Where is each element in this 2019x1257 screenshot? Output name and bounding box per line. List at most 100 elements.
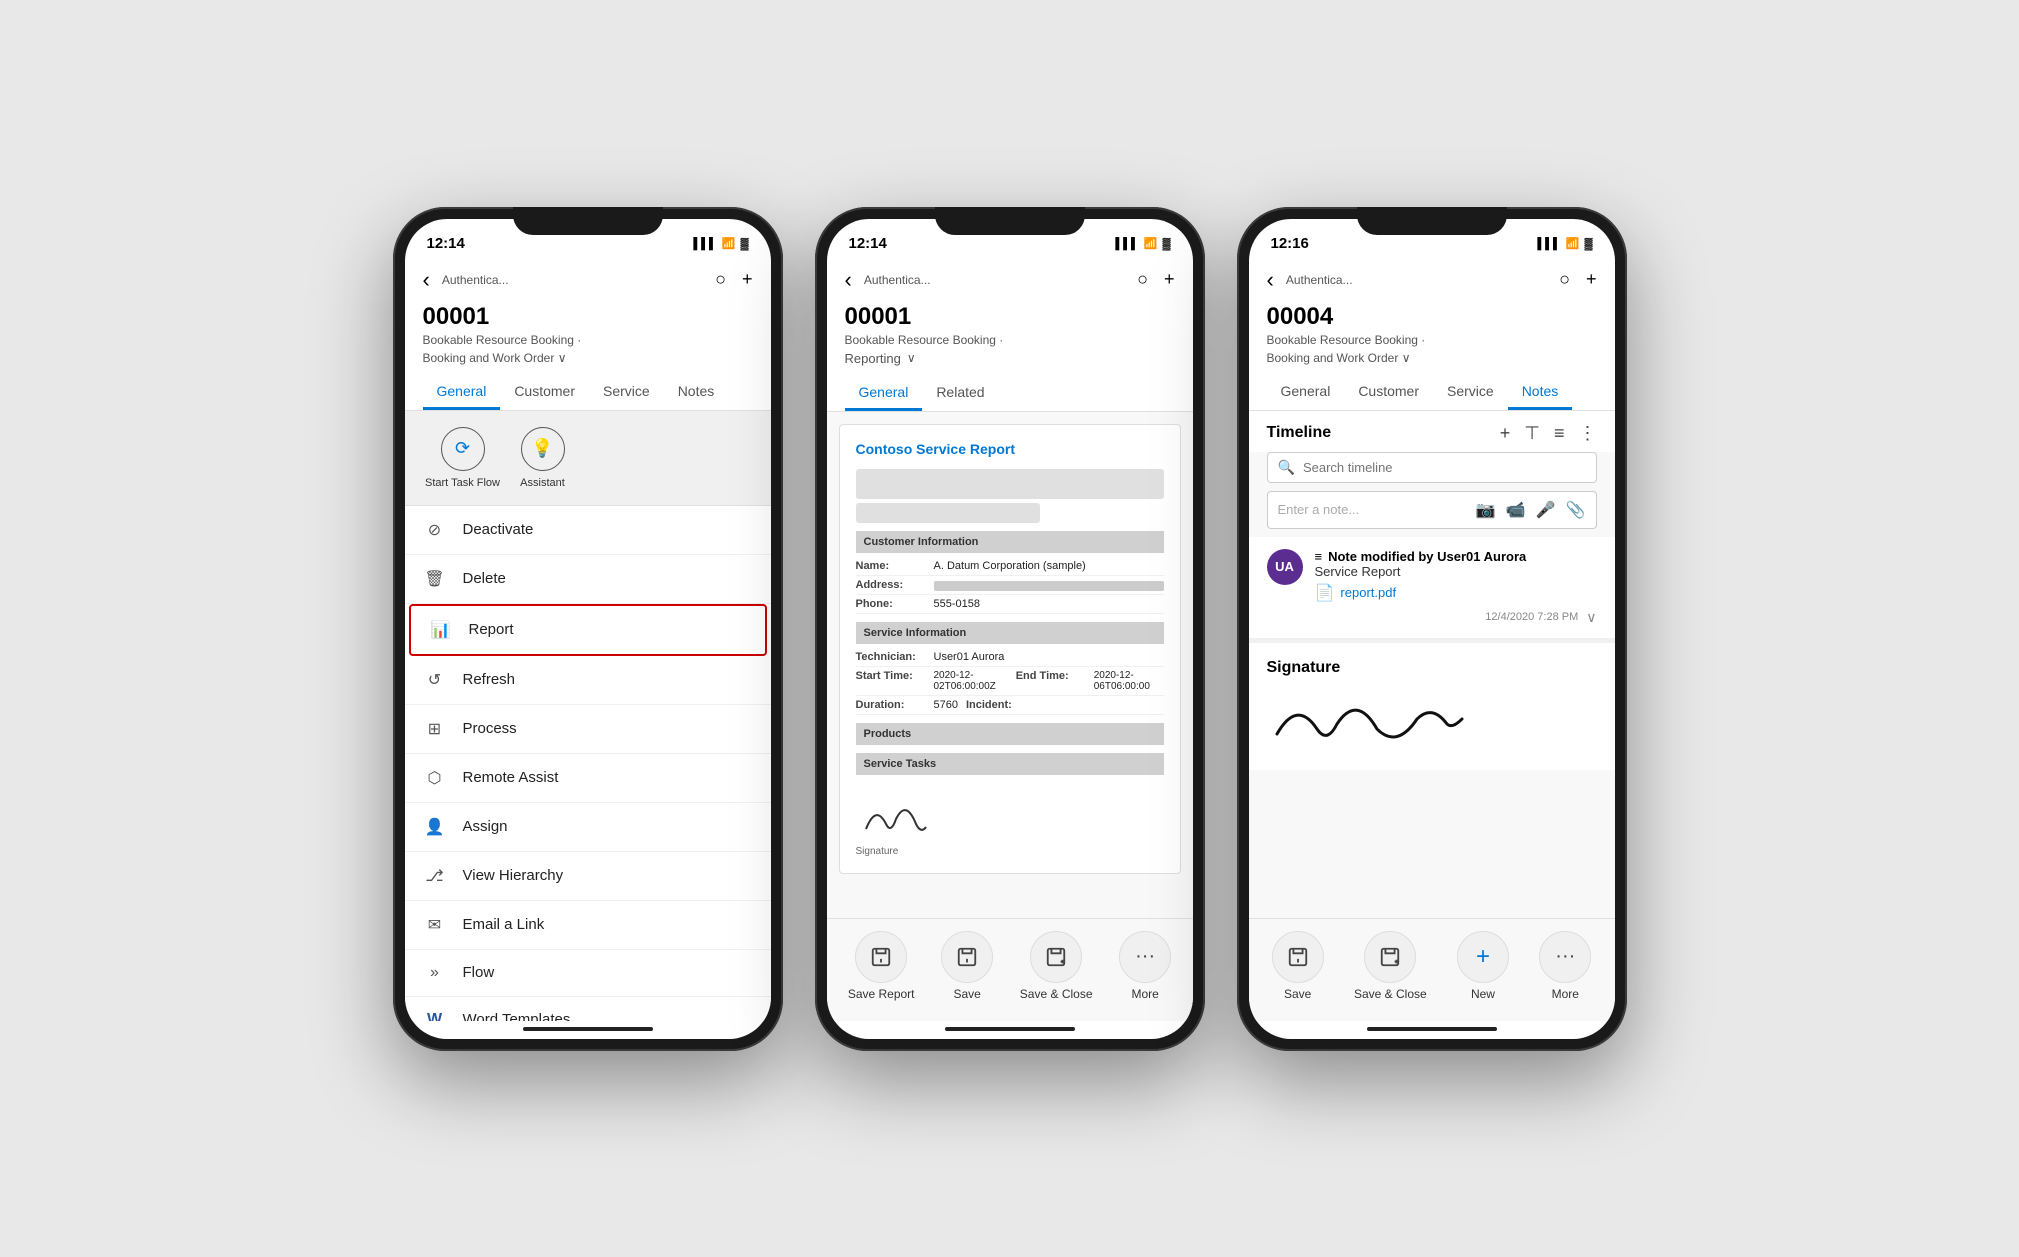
- timeline-header: Timeline + ⊤ ≡ ⋮: [1249, 411, 1615, 452]
- note-subtitle: Service Report: [1315, 564, 1597, 579]
- save-close-btn-3[interactable]: Save & Close: [1354, 931, 1427, 1001]
- search-magnifier-icon: 🔍: [1278, 459, 1295, 476]
- timeline-sort-icon[interactable]: ≡: [1554, 423, 1565, 444]
- action-bar-2: Save Report Save Save & Close: [827, 918, 1193, 1021]
- refresh-icon: ↺: [423, 670, 447, 690]
- note-input-area[interactable]: Enter a note... 📷 📹 🎤 📎: [1267, 491, 1597, 529]
- record-id-2: 00001: [845, 303, 1175, 331]
- search-icon-2[interactable]: ○: [1137, 269, 1148, 290]
- tab-customer-3[interactable]: Customer: [1344, 375, 1433, 410]
- tab-general-3[interactable]: General: [1267, 375, 1345, 410]
- notch-3: [1357, 207, 1507, 235]
- report-container: Contoso Service Report Customer Informat…: [839, 424, 1181, 874]
- note-attachment[interactable]: 📄 report.pdf: [1315, 583, 1597, 603]
- back-button-2[interactable]: ‹: [845, 267, 852, 293]
- battery-icon-3: ▓: [1584, 238, 1592, 250]
- tab-notes-1[interactable]: Notes: [664, 375, 729, 410]
- save-report-label: Save Report: [848, 987, 915, 1001]
- search-icon-1[interactable]: ○: [715, 269, 726, 290]
- note-input-icons: 📷 📹 🎤 📎: [1476, 500, 1586, 520]
- timeline-search-bar[interactable]: 🔍: [1267, 452, 1597, 483]
- cmd-email-link[interactable]: ✉ Email a Link: [405, 901, 771, 950]
- tabs-1: General Customer Service Notes: [405, 375, 771, 411]
- save-close-btn-2[interactable]: Save & Close: [1020, 931, 1093, 1001]
- view-hierarchy-label: View Hierarchy: [463, 867, 564, 884]
- nav-bar-2: ‹ Authentica... ○ +: [827, 263, 1193, 299]
- tab-customer-1[interactable]: Customer: [500, 375, 589, 410]
- tab-service-1[interactable]: Service: [589, 375, 664, 410]
- signature-section: Signature: [1249, 639, 1615, 770]
- phone-row: Phone: 555-0158: [856, 595, 1164, 614]
- attach-icon[interactable]: 📎: [1566, 500, 1586, 520]
- cmd-word-templates[interactable]: W Word Templates: [405, 997, 771, 1021]
- cmd-view-hierarchy[interactable]: ⎇ View Hierarchy: [405, 852, 771, 901]
- email-link-icon: ✉: [423, 915, 447, 935]
- new-btn-3[interactable]: + New: [1457, 931, 1509, 1001]
- address-label: Address:: [856, 579, 926, 591]
- timeline-add-icon[interactable]: +: [1500, 423, 1511, 444]
- cmd-deactivate[interactable]: ⊘ Deactivate: [405, 506, 771, 555]
- save-close-icon-3: [1364, 931, 1416, 983]
- save-close-label-3: Save & Close: [1354, 987, 1427, 1001]
- tab-notes-3[interactable]: Notes: [1508, 375, 1573, 410]
- tab-general-1[interactable]: General: [423, 375, 501, 410]
- add-icon-3[interactable]: +: [1586, 269, 1597, 290]
- timeline-filter-icon[interactable]: ⊤: [1524, 423, 1540, 444]
- reporting-chevron[interactable]: ∨: [907, 349, 916, 367]
- tab-general-2[interactable]: General: [845, 376, 923, 411]
- cmd-process[interactable]: ⊞ Process: [405, 705, 771, 754]
- tab-related-2[interactable]: Related: [922, 376, 998, 411]
- record-subtitle-2: Bookable Resource Booking · Reporting ∨: [845, 331, 1175, 369]
- remote-assist-label: Remote Assist: [463, 769, 559, 786]
- note-prefix-icon: ≡: [1315, 549, 1323, 564]
- note-expand-icon[interactable]: ∨: [1586, 609, 1596, 626]
- back-button-3[interactable]: ‹: [1267, 267, 1274, 293]
- nav-title-2: Authentica...: [864, 273, 1125, 287]
- note-title-text: Note modified by User01 Aurora: [1328, 549, 1526, 564]
- back-button-1[interactable]: ‹: [423, 267, 430, 293]
- search-icon-3[interactable]: ○: [1559, 269, 1570, 290]
- add-icon-2[interactable]: +: [1164, 269, 1175, 290]
- save-report-btn[interactable]: Save Report: [848, 931, 915, 1001]
- home-indicator-1: [523, 1027, 653, 1031]
- cmd-report[interactable]: 📊 Report: [409, 604, 767, 656]
- save-label-2: Save: [953, 987, 980, 1001]
- name-value: A. Datum Corporation (sample): [934, 560, 1086, 572]
- report-blurred-1: [856, 469, 1164, 499]
- service-section-header: Service Information: [856, 622, 1164, 644]
- record-line1-3: Bookable Resource Booking ·: [1267, 333, 1426, 347]
- nav-title-1: Authentica...: [442, 273, 703, 287]
- save-icon-3: [1272, 931, 1324, 983]
- tab-service-3[interactable]: Service: [1433, 375, 1508, 410]
- signature-area: Signature: [856, 791, 1164, 857]
- end-label: End Time:: [1016, 670, 1086, 692]
- quick-action-task-flow[interactable]: ⟳ Start Task Flow: [423, 427, 503, 489]
- phone-2: 12:14 ▌▌▌ 📶 ▓ ‹ Authentica... ○ + 00001 …: [815, 207, 1205, 1051]
- quick-action-assistant[interactable]: 💡 Assistant: [503, 427, 583, 489]
- more-btn-2[interactable]: ··· More: [1119, 931, 1171, 1001]
- cmd-delete[interactable]: 🗑 Delete: [405, 555, 771, 604]
- camera-icon[interactable]: 📷: [1476, 500, 1496, 520]
- video-icon[interactable]: 📹: [1506, 500, 1526, 520]
- cmd-assign[interactable]: 👤 Assign: [405, 803, 771, 852]
- record-line1-2: Bookable Resource Booking ·: [845, 333, 1004, 347]
- phone-value: 555-0158: [934, 598, 981, 610]
- record-chevron-3[interactable]: ∨: [1402, 351, 1411, 365]
- delete-icon: 🗑: [423, 569, 447, 589]
- cmd-refresh[interactable]: ↺ Refresh: [405, 656, 771, 705]
- report-blurred-2: [856, 503, 1041, 523]
- timeline-search-input[interactable]: [1303, 460, 1586, 475]
- more-label-3: More: [1552, 987, 1579, 1001]
- more-btn-3[interactable]: ··· More: [1539, 931, 1591, 1001]
- record-id-1: 00001: [423, 303, 753, 331]
- cmd-flow[interactable]: » Flow: [405, 950, 771, 997]
- record-line1-1: Bookable Resource Booking ·: [423, 333, 582, 347]
- home-indicator-2: [945, 1027, 1075, 1031]
- save-btn-3[interactable]: Save: [1272, 931, 1324, 1001]
- timeline-more-icon[interactable]: ⋮: [1579, 423, 1597, 444]
- cmd-remote-assist[interactable]: ⬡ Remote Assist: [405, 754, 771, 803]
- mic-icon[interactable]: 🎤: [1536, 500, 1556, 520]
- save-btn-2[interactable]: Save: [941, 931, 993, 1001]
- record-chevron-1[interactable]: ∨: [558, 351, 567, 365]
- add-icon-1[interactable]: +: [742, 269, 753, 290]
